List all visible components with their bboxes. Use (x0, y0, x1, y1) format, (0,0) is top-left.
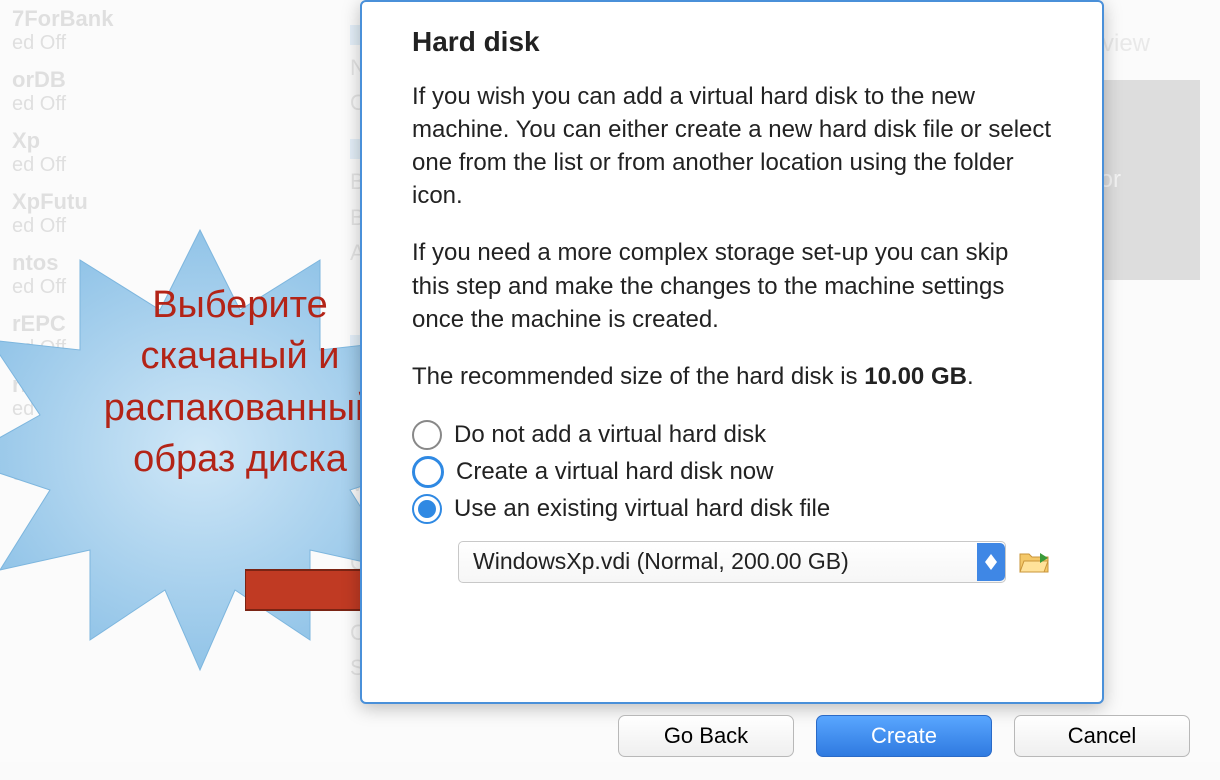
radio-existing-disk[interactable]: Use an existing virtual hard disk file (412, 491, 1052, 527)
rec-size-value: 10.00 GB (864, 363, 967, 390)
rec-size-prefix: The recommended size of the hard disk is (412, 363, 864, 390)
radio-icon (412, 420, 442, 450)
radio-icon (412, 456, 444, 488)
selected-disk-label: WindowsXp.vdi (Normal, 200.00 GB) (473, 548, 849, 575)
dialog-title: Hard disk (412, 26, 1052, 58)
radio-create-disk[interactable]: Create a virtual hard disk now (412, 453, 1052, 491)
dialog-paragraph-3: The recommended size of the hard disk is… (412, 360, 1052, 393)
radio-label: Create a virtual hard disk now (456, 458, 773, 486)
radio-no-disk[interactable]: Do not add a virtual hard disk (412, 417, 1052, 453)
chevron-updown-icon (977, 543, 1005, 581)
go-back-button[interactable]: Go Back (618, 715, 794, 757)
disk-option-group: Do not add a virtual hard disk Create a … (412, 417, 1052, 527)
hard-disk-dialog: Hard disk If you wish you can add a virt… (360, 0, 1104, 704)
dialog-paragraph-2: If you need a more complex storage set-u… (412, 236, 1052, 335)
radio-label: Do not add a virtual hard disk (454, 421, 766, 449)
browse-folder-button[interactable] (1016, 546, 1052, 578)
existing-disk-select[interactable]: WindowsXp.vdi (Normal, 200.00 GB) (458, 541, 1006, 583)
button-label: Create (871, 723, 937, 749)
button-label: Go Back (664, 723, 748, 749)
cancel-button[interactable]: Cancel (1014, 715, 1190, 757)
radio-label: Use an existing virtual hard disk file (454, 495, 830, 523)
dialog-button-row: Go Back Create Cancel (618, 715, 1190, 757)
rec-size-suffix: . (967, 363, 974, 390)
radio-icon (412, 494, 442, 524)
dialog-paragraph-1: If you wish you can add a virtual hard d… (412, 80, 1052, 212)
button-label: Cancel (1068, 723, 1136, 749)
annotation-text: Выберите скачаный и распакованный образ … (90, 280, 390, 485)
create-button[interactable]: Create (816, 715, 992, 757)
